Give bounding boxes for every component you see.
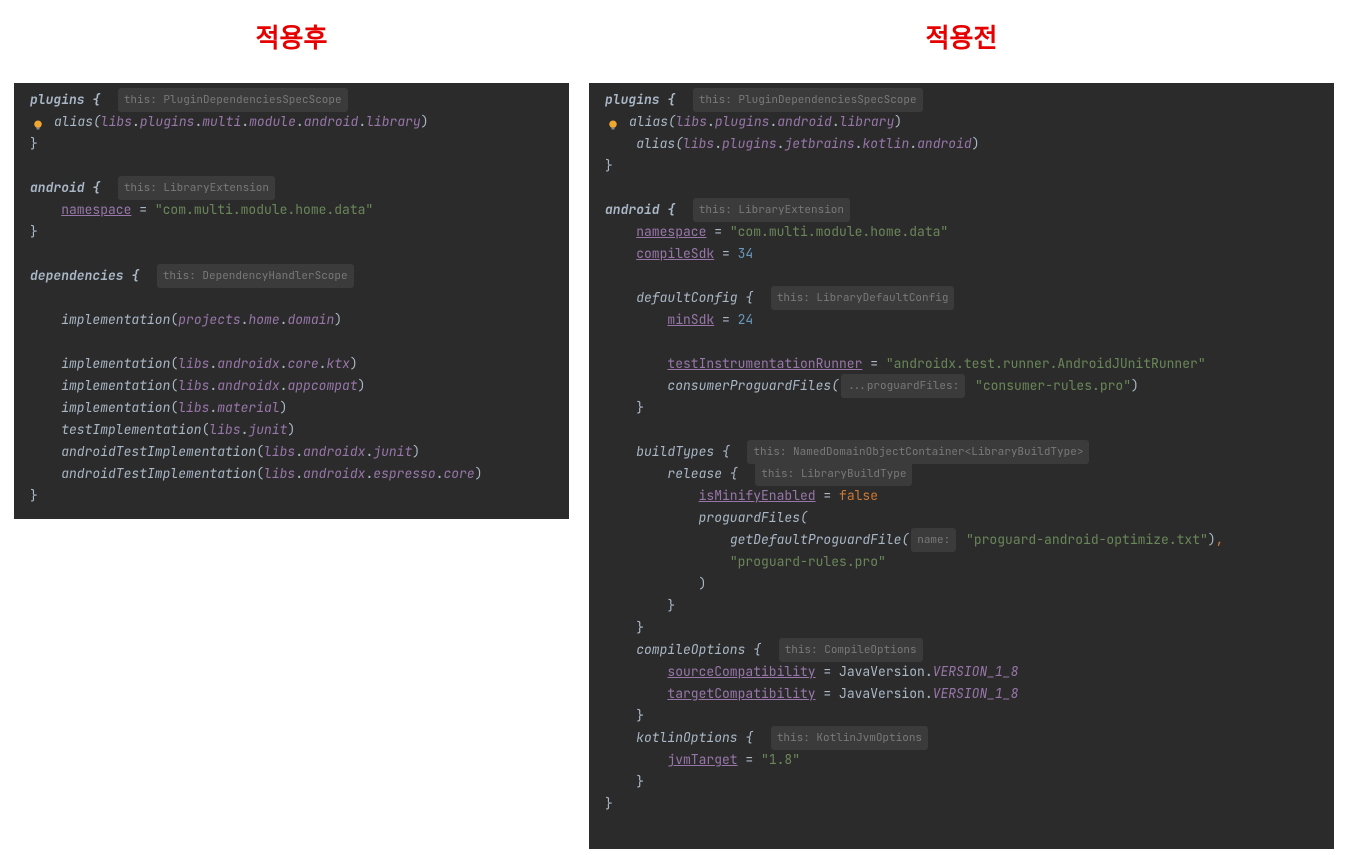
code-line[interactable]: } xyxy=(589,771,1334,793)
code-line[interactable]: namespace = "com.multi.module.home.data" xyxy=(589,221,1334,243)
scope-hint: this: PluginDependenciesSpecScope xyxy=(118,88,348,112)
code-line[interactable]: androidTestImplementation(libs.androidx.… xyxy=(14,463,569,485)
code-line[interactable]: sourceCompatibility = JavaVersion.VERSIO… xyxy=(589,661,1334,683)
code-line[interactable]: testInstrumentationRunner = "androidx.te… xyxy=(589,353,1334,375)
code-line[interactable]: getDefaultProguardFile(name: "proguard-a… xyxy=(589,529,1334,551)
code-line[interactable]: implementation(projects.home.domain) xyxy=(14,309,569,331)
code-line[interactable]: release { this: LibraryBuildType xyxy=(589,463,1334,485)
code-line[interactable]: } xyxy=(589,155,1334,177)
code-line[interactable]: plugins { this: PluginDependenciesSpecSc… xyxy=(589,89,1334,111)
code-line[interactable]: isMinifyEnabled = false xyxy=(589,485,1334,507)
code-line[interactable]: alias(libs.plugins.android.library) xyxy=(589,111,1334,133)
code-line[interactable]: alias(libs.plugins.jetbrains.kotlin.andr… xyxy=(589,133,1334,155)
code-line[interactable]: jvmTarget = "1.8" xyxy=(589,749,1334,771)
code-line[interactable]: targetCompatibility = JavaVersion.VERSIO… xyxy=(589,683,1334,705)
bulb-icon[interactable] xyxy=(30,116,46,128)
code-line[interactable] xyxy=(14,155,569,177)
code-line[interactable]: androidTestImplementation(libs.androidx.… xyxy=(14,441,569,463)
code-line[interactable]: } xyxy=(14,221,569,243)
code-line[interactable]: } xyxy=(589,705,1334,727)
android-block: android { xyxy=(30,177,100,199)
code-line[interactable]: } xyxy=(589,617,1334,639)
code-line[interactable]: dependencies { this: DependencyHandlerSc… xyxy=(14,265,569,287)
code-line[interactable] xyxy=(589,177,1334,199)
scope-hint: this: DependencyHandlerScope xyxy=(157,264,354,288)
code-line[interactable]: proguardFiles( xyxy=(589,507,1334,529)
plugins-block: plugins { xyxy=(30,89,100,111)
code-line[interactable] xyxy=(14,287,569,309)
code-line[interactable]: implementation(libs.androidx.core.ktx) xyxy=(14,353,569,375)
code-line[interactable]: implementation(libs.androidx.appcompat) xyxy=(14,375,569,397)
code-line[interactable]: "proguard-rules.pro" xyxy=(589,551,1334,573)
title-before: 적용전 xyxy=(589,0,1334,83)
code-line[interactable]: } xyxy=(589,397,1334,419)
code-line[interactable]: compileOptions { this: CompileOptions xyxy=(589,639,1334,661)
code-line[interactable]: namespace = "com.multi.module.home.data" xyxy=(14,199,569,221)
scope-hint: this: LibraryExtension xyxy=(118,176,275,200)
code-line[interactable]: android { this: LibraryExtension xyxy=(14,177,569,199)
code-line[interactable]: minSdk = 24 xyxy=(589,309,1334,331)
code-line[interactable]: } xyxy=(14,485,569,507)
comparison-container: 적용후 plugins { this: PluginDependenciesSp… xyxy=(0,0,1352,849)
title-after: 적용후 xyxy=(14,0,569,83)
bulb-icon[interactable] xyxy=(605,116,621,128)
code-line[interactable] xyxy=(589,331,1334,353)
dependencies-block: dependencies { xyxy=(30,265,139,287)
code-line[interactable] xyxy=(14,331,569,353)
code-line[interactable] xyxy=(589,419,1334,441)
code-line[interactable]: plugins { this: PluginDependenciesSpecSc… xyxy=(14,89,569,111)
editor-before[interactable]: plugins { this: PluginDependenciesSpecSc… xyxy=(589,83,1334,849)
code-line[interactable]: implementation(libs.material) xyxy=(14,397,569,419)
code-line[interactable]: } xyxy=(589,595,1334,617)
code-line[interactable]: consumerProguardFiles(...proguardFiles: … xyxy=(589,375,1334,397)
code-line[interactable]: ) xyxy=(589,573,1334,595)
code-line[interactable]: } xyxy=(14,133,569,155)
code-line[interactable]: kotlinOptions { this: KotlinJvmOptions xyxy=(589,727,1334,749)
editor-after[interactable]: plugins { this: PluginDependenciesSpecSc… xyxy=(14,83,569,519)
code-line[interactable] xyxy=(14,243,569,265)
panel-before: 적용전 plugins { this: PluginDependenciesSp… xyxy=(589,0,1334,849)
code-line[interactable] xyxy=(589,815,1334,837)
code-line[interactable]: compileSdk = 34 xyxy=(589,243,1334,265)
code-line[interactable] xyxy=(589,265,1334,287)
code-line[interactable]: } xyxy=(589,793,1334,815)
code-line[interactable]: alias(libs.plugins.multi.module.android.… xyxy=(14,111,569,133)
code-line[interactable]: testImplementation(libs.junit) xyxy=(14,419,569,441)
code-line[interactable]: defaultConfig { this: LibraryDefaultConf… xyxy=(589,287,1334,309)
code-line[interactable]: buildTypes { this: NamedDomainObjectCont… xyxy=(589,441,1334,463)
panel-after: 적용후 plugins { this: PluginDependenciesSp… xyxy=(14,0,569,849)
code-line[interactable]: android { this: LibraryExtension xyxy=(589,199,1334,221)
